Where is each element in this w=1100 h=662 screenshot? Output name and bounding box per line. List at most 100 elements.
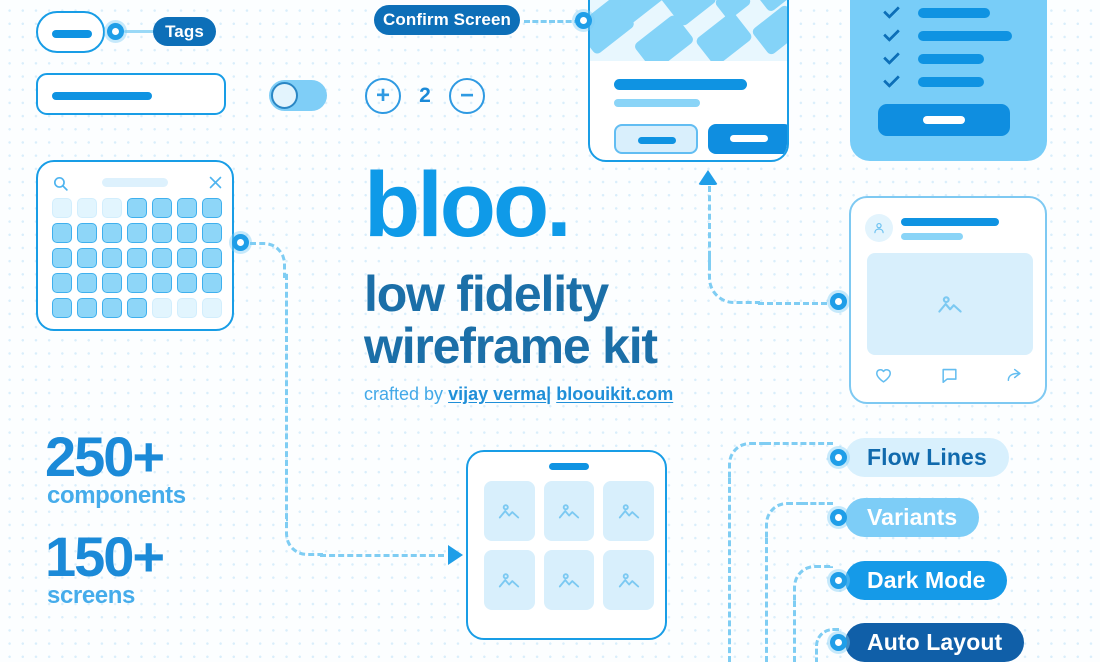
emoji-picker-card[interactable] — [36, 160, 234, 331]
checklist-primary-button[interactable] — [878, 104, 1010, 136]
credit-author-link[interactable]: vijay verma — [448, 384, 546, 404]
toggle-knob[interactable] — [271, 82, 298, 109]
picker-cell[interactable] — [52, 223, 72, 243]
picker-cell[interactable] — [127, 298, 147, 318]
picker-cell[interactable] — [77, 273, 97, 293]
picker-cell[interactable] — [202, 198, 222, 218]
annotation-tags[interactable]: Tags — [153, 17, 216, 46]
picker-cell[interactable] — [152, 248, 172, 268]
stat-components-label: components — [47, 482, 186, 509]
heart-icon[interactable] — [874, 366, 893, 385]
picker-grid[interactable] — [52, 198, 222, 318]
image-placeholder-icon — [499, 504, 520, 519]
map-secondary-button[interactable] — [614, 124, 698, 154]
stat-screens-number: 150+ — [45, 525, 165, 588]
picker-cell[interactable] — [152, 223, 172, 243]
social-post-card[interactable] — [849, 196, 1047, 404]
map-card-flow-arrow — [698, 170, 718, 185]
checklist-item-bar — [918, 31, 1012, 41]
picker-cell[interactable] — [177, 273, 197, 293]
checklist-primary-button-label — [923, 116, 965, 124]
picker-cell[interactable] — [177, 298, 197, 318]
picker-cell[interactable] — [127, 273, 147, 293]
feature-pill-flow-lines[interactable]: Flow Lines — [845, 438, 1009, 477]
picker-cell[interactable] — [52, 298, 72, 318]
picker-flow-line-horizontal — [320, 554, 444, 557]
close-icon[interactable] — [208, 175, 223, 190]
wide-input-field[interactable] — [36, 73, 226, 115]
tags-connector-dot — [107, 23, 124, 40]
picker-cell[interactable] — [127, 198, 147, 218]
picker-cell[interactable] — [102, 198, 122, 218]
picker-cell[interactable] — [52, 198, 72, 218]
feature-pill-auto-layout[interactable]: Auto Layout — [845, 623, 1025, 662]
picker-cell[interactable] — [177, 198, 197, 218]
picker-connector-dot — [232, 234, 249, 251]
gallery-tile[interactable] — [543, 481, 595, 541]
picker-cell[interactable] — [202, 273, 222, 293]
small-input-field[interactable] — [36, 11, 105, 53]
picker-cell[interactable] — [127, 223, 147, 243]
credit-site-link[interactable]: bloouikit.com — [556, 384, 673, 404]
stepper-decrement-button[interactable]: − — [449, 78, 485, 114]
picker-cell[interactable] — [52, 273, 72, 293]
gallery-tile[interactable] — [603, 550, 654, 610]
gallery-tile[interactable] — [543, 550, 595, 610]
post-meta-bar — [901, 233, 963, 240]
stat-screens-label: screens — [47, 582, 135, 609]
picker-cell[interactable] — [177, 248, 197, 268]
picker-cell[interactable] — [152, 198, 172, 218]
gallery-tile[interactable] — [603, 481, 654, 541]
picker-cell[interactable] — [102, 273, 122, 293]
picker-cell[interactable] — [202, 248, 222, 268]
gallery-tile[interactable] — [484, 481, 535, 541]
checklist-item-bar — [918, 54, 984, 64]
check-icon — [883, 48, 900, 65]
gallery-grid[interactable] — [484, 481, 654, 610]
picker-cell[interactable] — [52, 248, 72, 268]
share-icon[interactable] — [1006, 366, 1025, 385]
picker-cell[interactable] — [152, 298, 172, 318]
search-icon[interactable] — [52, 175, 69, 192]
flow-line-variants-horizontal — [802, 502, 833, 505]
credit-prefix: crafted by — [364, 384, 444, 404]
map-primary-button[interactable] — [708, 124, 787, 154]
checklist-card[interactable] — [850, 0, 1047, 161]
variants-connector-dot — [830, 509, 847, 526]
map-card-flow-line-curve — [708, 252, 760, 304]
comment-icon[interactable] — [940, 366, 959, 385]
picker-cell[interactable] — [177, 223, 197, 243]
drag-handle[interactable] — [549, 463, 589, 470]
picker-cell[interactable] — [77, 223, 97, 243]
picker-cell[interactable] — [202, 298, 222, 318]
picker-cell[interactable] — [102, 248, 122, 268]
picker-cell[interactable] — [77, 198, 97, 218]
flow-line-flow-lines-vertical — [728, 478, 731, 662]
avatar[interactable] — [865, 214, 893, 242]
picker-cell[interactable] — [77, 298, 97, 318]
feature-pill-dark-mode[interactable]: Dark Mode — [845, 561, 1008, 600]
map-confirm-card[interactable] — [588, 0, 789, 162]
feature-pill-variants[interactable]: Variants — [845, 498, 980, 537]
gallery-tile[interactable] — [484, 550, 535, 610]
gallery-card[interactable] — [466, 450, 667, 640]
picker-cell[interactable] — [202, 223, 222, 243]
picker-cell[interactable] — [102, 298, 122, 318]
page-title: low fidelity wireframe kit — [364, 268, 658, 374]
picker-cell[interactable] — [77, 248, 97, 268]
picker-cell[interactable] — [152, 273, 172, 293]
image-placeholder-icon — [938, 296, 962, 313]
post-image-placeholder[interactable] — [867, 253, 1033, 355]
toggle-switch[interactable] — [269, 80, 327, 111]
picker-cell[interactable] — [102, 223, 122, 243]
picker-cell[interactable] — [127, 248, 147, 268]
flow-line-variants — [765, 502, 805, 542]
stepper-increment-button[interactable]: + — [365, 78, 401, 114]
input-value-bar — [52, 30, 92, 38]
page-title-line-2: wireframe kit — [364, 318, 658, 374]
map-subtitle-bar — [614, 99, 700, 107]
checklist-item-bar — [918, 77, 984, 87]
flow-line-dark-mode-vertical — [793, 601, 796, 662]
picker-search-placeholder[interactable] — [102, 178, 168, 187]
annotation-confirm-screen[interactable]: Confirm Screen — [374, 5, 520, 35]
